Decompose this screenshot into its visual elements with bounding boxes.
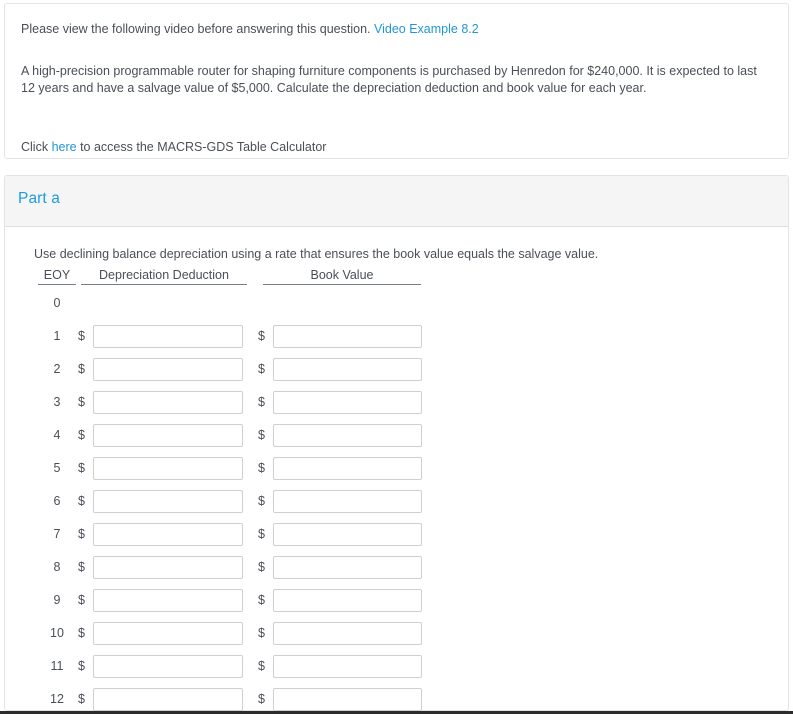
question-card: Please view the following video before a… [4, 3, 789, 159]
depreciation-deduction-input-year-2[interactable] [93, 358, 243, 381]
row-eoy-label: 7 [53, 527, 61, 541]
currency-symbol-book-value: $ [258, 461, 265, 475]
currency-symbol-book-value: $ [258, 395, 265, 409]
currency-symbol-depreciation: $ [78, 527, 85, 541]
book-value-input-year-12[interactable] [273, 688, 422, 711]
video-instruction-text: Please view the following video before a… [21, 22, 374, 36]
depreciation-deduction-input-year-10[interactable] [93, 622, 243, 645]
row-eoy-label: 10 [50, 626, 64, 640]
book-value-input-year-1[interactable] [273, 325, 422, 348]
column-header-depreciation-deduction: Depreciation Deduction [81, 268, 247, 285]
depreciation-deduction-input-year-5[interactable] [93, 457, 243, 480]
table-row: 7 $ $ [5, 521, 788, 554]
depreciation-deduction-input-year-4[interactable] [93, 424, 243, 447]
row-eoy-label: 1 [53, 329, 61, 343]
currency-symbol-book-value: $ [258, 626, 265, 640]
row-eoy-label: 6 [53, 494, 61, 508]
problem-statement: A high-precision programmable router for… [21, 64, 757, 95]
currency-symbol-depreciation: $ [78, 692, 85, 706]
currency-symbol-book-value: $ [258, 593, 265, 607]
table-row: 3 $ $ [5, 389, 788, 422]
currency-symbol-depreciation: $ [78, 461, 85, 475]
currency-symbol-book-value: $ [258, 659, 265, 673]
book-value-input-year-7[interactable] [273, 523, 422, 546]
video-example-link[interactable]: Video Example 8.2 [374, 22, 479, 36]
depreciation-deduction-input-year-9[interactable] [93, 589, 243, 612]
currency-symbol-book-value: $ [258, 527, 265, 541]
page-root: Please view the following video before a… [0, 0, 793, 714]
row-eoy-label: 0 [53, 296, 61, 310]
currency-symbol-depreciation: $ [78, 560, 85, 574]
table-row: 10 $ $ [5, 620, 788, 653]
column-header-book-value: Book Value [263, 268, 421, 285]
depreciation-deduction-input-year-11[interactable] [93, 655, 243, 678]
part-a-title: Part a [18, 190, 60, 207]
currency-symbol-book-value: $ [258, 692, 265, 706]
currency-symbol-depreciation: $ [78, 362, 85, 376]
part-a-instruction: Use declining balance depreciation using… [34, 247, 599, 261]
book-value-input-year-11[interactable] [273, 655, 422, 678]
column-header-eoy: EOY [38, 268, 76, 285]
book-value-input-year-4[interactable] [273, 424, 422, 447]
depreciation-deduction-input-year-6[interactable] [93, 490, 243, 513]
part-a-card: Part a Use declining balance depreciatio… [4, 175, 789, 711]
table-row: 2 $ $ [5, 356, 788, 389]
currency-symbol-depreciation: $ [78, 329, 85, 343]
currency-symbol-book-value: $ [258, 362, 265, 376]
currency-symbol-depreciation: $ [78, 395, 85, 409]
currency-symbol-depreciation: $ [78, 626, 85, 640]
table-row: 0 [5, 290, 788, 323]
depreciation-deduction-input-year-3[interactable] [93, 391, 243, 414]
calculator-prefix-text: Click [21, 140, 52, 154]
book-value-input-year-10[interactable] [273, 622, 422, 645]
table-row: 4 $ $ [5, 422, 788, 455]
row-eoy-label: 12 [50, 692, 64, 706]
currency-symbol-book-value: $ [258, 560, 265, 574]
table-row: 1 $ $ [5, 323, 788, 356]
depreciation-deduction-input-year-7[interactable] [93, 523, 243, 546]
depreciation-deduction-input-year-12[interactable] [93, 688, 243, 711]
currency-symbol-depreciation: $ [78, 428, 85, 442]
row-eoy-label: 4 [53, 428, 61, 442]
currency-symbol-depreciation: $ [78, 593, 85, 607]
row-eoy-label: 9 [53, 593, 61, 607]
book-value-input-year-6[interactable] [273, 490, 422, 513]
calculator-suffix-text: to access the MACRS-GDS Table Calculator [76, 140, 327, 154]
table-row: 8 $ $ [5, 554, 788, 587]
row-eoy-label: 3 [53, 395, 61, 409]
book-value-input-year-5[interactable] [273, 457, 422, 480]
book-value-input-year-9[interactable] [273, 589, 422, 612]
currency-symbol-depreciation: $ [78, 659, 85, 673]
currency-symbol-depreciation: $ [78, 494, 85, 508]
currency-symbol-book-value: $ [258, 329, 265, 343]
row-eoy-label: 5 [53, 461, 61, 475]
table-row: 12 $ $ [5, 686, 788, 719]
row-eoy-label: 11 [50, 659, 64, 673]
table-row: 5 $ $ [5, 455, 788, 488]
table-row: 11 $ $ [5, 653, 788, 686]
currency-symbol-book-value: $ [258, 494, 265, 508]
macrs-calculator-link[interactable]: here [52, 140, 77, 154]
video-instruction-line: Please view the following video before a… [21, 21, 772, 38]
row-eoy-label: 2 [53, 362, 61, 376]
book-value-input-year-3[interactable] [273, 391, 422, 414]
table-row: 9 $ $ [5, 587, 788, 620]
table-row: 6 $ $ [5, 488, 788, 521]
question-body: Please view the following video before a… [5, 4, 788, 156]
book-value-input-year-2[interactable] [273, 358, 422, 381]
part-a-header: Part a [5, 176, 788, 227]
currency-symbol-book-value: $ [258, 428, 265, 442]
book-value-input-year-8[interactable] [273, 556, 422, 579]
calculator-line: Click here to access the MACRS-GDS Table… [21, 139, 772, 156]
depreciation-deduction-input-year-8[interactable] [93, 556, 243, 579]
depreciation-deduction-input-year-1[interactable] [93, 325, 243, 348]
row-eoy-label: 8 [53, 560, 61, 574]
